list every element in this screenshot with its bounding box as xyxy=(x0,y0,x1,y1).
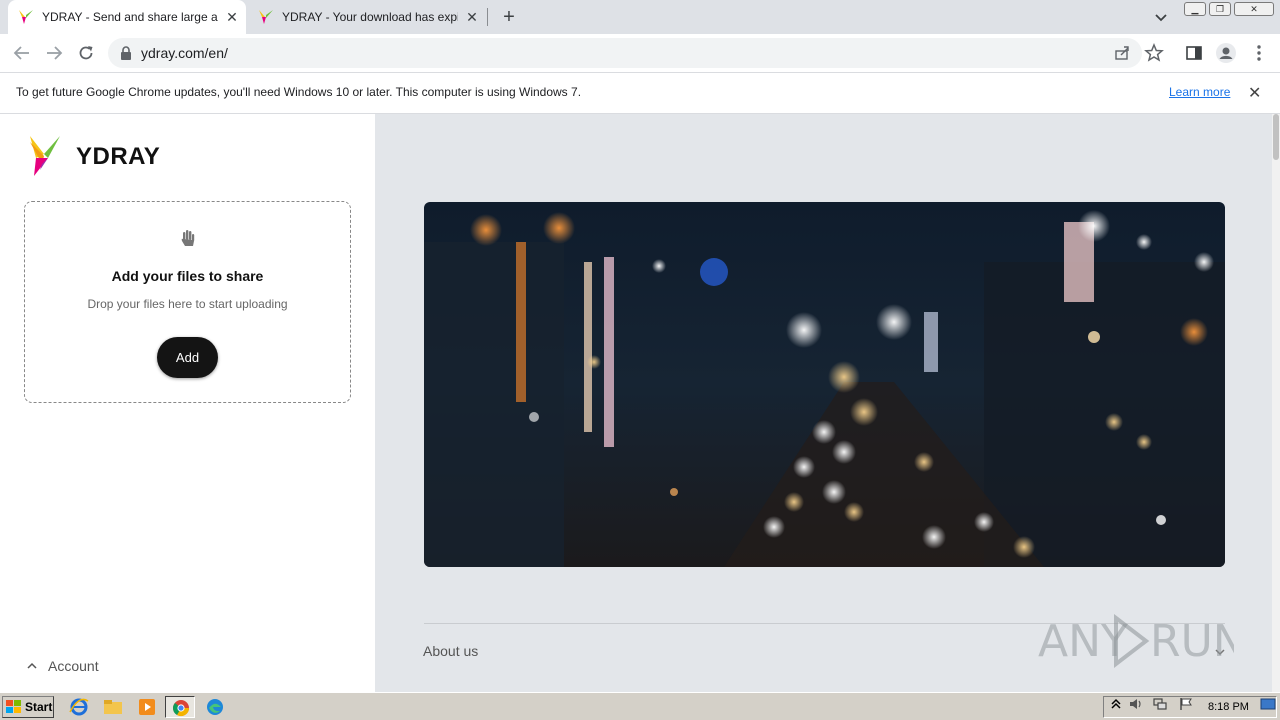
close-window-button[interactable]: ✕ xyxy=(1234,2,1274,16)
tab-bar: YDRAY - Send and share large and b ✕ YDR… xyxy=(0,0,1280,34)
page-scrollbar[interactable] xyxy=(1272,114,1280,692)
tab-close-icon[interactable]: ✕ xyxy=(224,9,240,25)
url-text: ydray.com/en/ xyxy=(141,45,228,61)
volume-icon[interactable] xyxy=(1129,697,1143,711)
network-icon[interactable] xyxy=(1153,697,1167,711)
ydray-favicon-icon xyxy=(259,10,273,24)
about-us-label[interactable]: About us xyxy=(423,643,478,659)
tab-ydray-home[interactable]: YDRAY - Send and share large and b ✕ xyxy=(8,0,246,34)
chevron-up-icon xyxy=(27,662,37,669)
browser-toolbar: ydray.com/en/ xyxy=(0,34,1280,72)
account-toggle[interactable]: Account xyxy=(26,658,99,674)
file-explorer-icon[interactable] xyxy=(102,697,124,717)
start-button[interactable]: Start xyxy=(2,696,54,718)
hand-icon xyxy=(181,230,195,246)
address-bar[interactable]: ydray.com/en/ xyxy=(108,38,1142,68)
windows-flag-icon xyxy=(6,700,21,713)
ydray-favicon-icon xyxy=(19,10,33,24)
new-tab-button[interactable]: + xyxy=(498,6,520,28)
bookmark-star-icon[interactable] xyxy=(1144,43,1164,63)
chrome-icon xyxy=(172,700,190,717)
media-player-icon[interactable] xyxy=(136,697,158,717)
infobar-close-icon[interactable]: ✕ xyxy=(1248,83,1261,103)
city-night-hero-image xyxy=(424,202,1225,567)
tab-download-expired[interactable]: YDRAY - Your download has expired ✕ xyxy=(248,0,486,34)
taskbar-clock: 8:18 PM xyxy=(1208,701,1249,713)
action-center-flag-icon[interactable] xyxy=(1179,697,1193,711)
forward-arrow-icon[interactable] xyxy=(44,43,64,63)
show-hidden-icons-icon[interactable] xyxy=(1109,697,1123,711)
svg-text:RUN: RUN xyxy=(1150,616,1234,667)
windows-taskbar: Start 8:18 PM xyxy=(0,692,1280,720)
infobar-message: To get future Google Chrome updates, you… xyxy=(16,85,582,99)
back-arrow-icon[interactable] xyxy=(12,43,32,63)
add-files-button[interactable]: Add xyxy=(157,337,218,378)
show-desktop-icon[interactable] xyxy=(1260,697,1276,711)
anyrun-watermark-icon: ANY RUN xyxy=(1038,613,1234,669)
ydray-logo-icon xyxy=(30,136,60,176)
tab-title: YDRAY - Send and share large and b xyxy=(42,10,218,24)
minimize-button[interactable]: ▁ xyxy=(1184,2,1206,16)
chrome-taskbar-button[interactable] xyxy=(165,696,195,718)
share-icon[interactable] xyxy=(1114,45,1130,61)
logo-text: YDRAY xyxy=(76,143,161,170)
learn-more-link[interactable]: Learn more xyxy=(1169,85,1230,99)
tab-separator xyxy=(487,8,488,26)
dropzone-title: Add your files to share xyxy=(111,268,264,284)
profile-avatar-icon[interactable] xyxy=(1215,42,1237,64)
lock-icon xyxy=(121,46,131,60)
start-label: Start xyxy=(25,700,53,714)
tab-title: YDRAY - Your download has expired xyxy=(282,10,458,24)
chrome-menu-icon[interactable] xyxy=(1249,43,1269,63)
restore-button[interactable]: ❐ xyxy=(1209,2,1231,16)
account-label: Account xyxy=(48,658,99,674)
tab-close-icon[interactable]: ✕ xyxy=(464,9,480,25)
tab-search-chevron-icon[interactable] xyxy=(1152,8,1170,26)
internet-explorer-icon[interactable] xyxy=(68,697,90,717)
reload-icon[interactable] xyxy=(76,43,96,63)
update-infobar: To get future Google Chrome updates, you… xyxy=(0,72,1280,114)
scrollbar-thumb[interactable] xyxy=(1273,114,1279,160)
side-panel-icon[interactable] xyxy=(1184,43,1204,63)
dropzone-subtitle: Drop your files here to start uploading xyxy=(87,297,288,311)
edge-icon[interactable] xyxy=(204,697,226,717)
